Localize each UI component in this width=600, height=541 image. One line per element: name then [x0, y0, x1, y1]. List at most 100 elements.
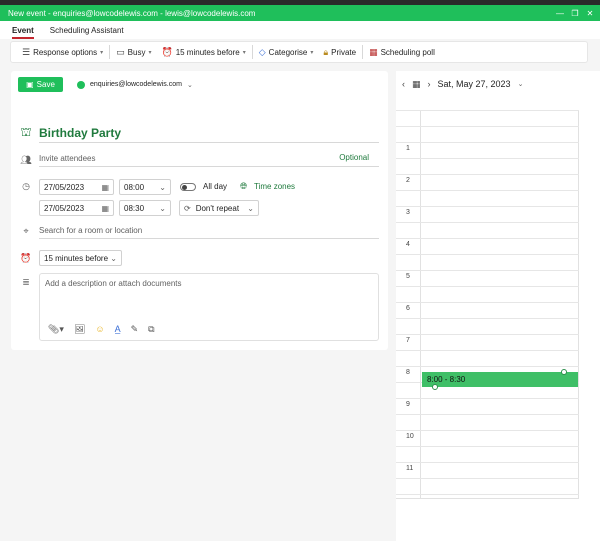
categorise-dropdown[interactable]: ◇ Categorise ▾	[254, 41, 319, 63]
categorise-label: Categorise	[268, 47, 308, 57]
chevron-right-icon[interactable]: ›	[428, 79, 431, 89]
busy-dropdown[interactable]: ▭ Busy ▾	[111, 41, 156, 63]
repeat-dropdown[interactable]: ⟳ Don't repeat ⌄	[179, 200, 259, 216]
grid-line	[396, 238, 579, 239]
window-title: New event - enquiries@lowcodelewis.com -…	[8, 8, 256, 18]
location-placeholder: Search for a room or location	[39, 226, 143, 235]
grid-line	[396, 190, 579, 191]
chevron-left-icon[interactable]: ‹	[402, 79, 405, 89]
calendar-icon: ▦	[101, 182, 109, 192]
end-time-field[interactable]: 08:30 ⌄	[119, 200, 171, 216]
grid-line	[396, 350, 579, 351]
grid-line	[396, 142, 579, 143]
attendees-input[interactable]: Invite attendees Optional	[39, 151, 379, 167]
calendar-date: Sat, May 27, 2023	[437, 79, 511, 89]
all-day-toggle[interactable]	[180, 183, 196, 191]
all-day-label: All day	[203, 182, 228, 191]
today-calendar-icon[interactable]: ▦	[412, 79, 421, 90]
attach-icon[interactable]: 📎︎▾	[48, 324, 64, 335]
scheduling-poll-button[interactable]: ▦ Scheduling poll	[364, 41, 440, 63]
calendar-icon: ▦	[101, 203, 109, 213]
chevron-down-icon[interactable]: ⌄	[518, 80, 524, 88]
repeat-icon: ⟳	[184, 203, 191, 213]
chevron-down-icon: ▾	[148, 49, 152, 56]
pen-icon[interactable]: ✎	[131, 324, 139, 335]
hour-label: 1	[406, 145, 410, 152]
private-button[interactable]: 🔒︎ Private	[318, 41, 361, 63]
alarm-clock-icon: ⏰	[161, 46, 173, 57]
event-form: ▣ Save enquiries@lowcodelewis.com ⌄ ⛫ Bi…	[11, 71, 388, 350]
globe-icon: 🌐︎	[240, 181, 248, 191]
description-editor[interactable]: Add a description or attach documents 📎︎…	[39, 273, 379, 341]
format-text-icon[interactable]: A̲	[115, 324, 121, 334]
grid-line	[396, 462, 579, 463]
chevron-down-icon: ⌄	[247, 203, 254, 213]
save-label: Save	[36, 80, 55, 89]
start-time-field[interactable]: 08:00 ⌄	[119, 179, 171, 195]
grid-line	[396, 414, 579, 415]
chevron-down-icon: ⌄	[159, 203, 166, 213]
account-selector[interactable]: enquiries@lowcodelewis.com ⌄	[77, 77, 193, 92]
optional-link[interactable]: Optional	[339, 153, 369, 162]
minimize-icon[interactable]: —	[556, 9, 564, 18]
grid-line	[396, 398, 579, 399]
grid-line	[396, 126, 579, 127]
hour-label: 11	[406, 465, 414, 472]
hour-label: 2	[406, 177, 410, 184]
tab-event[interactable]: Event	[12, 26, 34, 39]
reminder-dropdown[interactable]: ⏰ 15 minutes before ▾	[156, 41, 250, 63]
time-grid[interactable]: 1 2 3 4 5 6 7 8 9 10 11 8:00 - 8:30	[396, 110, 579, 499]
tab-scheduling-assistant[interactable]: Scheduling Assistant	[50, 26, 124, 39]
grid-line	[396, 254, 579, 255]
chevron-down-icon: ▾	[310, 49, 314, 56]
grid-line	[396, 110, 579, 111]
reminder-field[interactable]: 15 minutes before ⌄	[39, 250, 122, 266]
scheduling-poll-label: Scheduling poll	[380, 47, 435, 57]
briefcase-icon: ▭	[116, 46, 125, 57]
toolbar-divider	[362, 45, 364, 59]
event-title-input[interactable]: Birthday Party	[39, 123, 379, 143]
event-window: Event Scheduling Assistant ☰ Response op…	[0, 21, 600, 541]
reminder-value: 15 minutes before	[44, 253, 109, 263]
emoji-icon[interactable]: ☺	[95, 324, 104, 334]
time-zones-link[interactable]: Time zones	[254, 182, 295, 191]
grid-line	[396, 174, 579, 175]
repeat-value: Don't repeat	[195, 203, 240, 213]
grid-line	[396, 494, 579, 495]
notes-icon: ≣	[22, 276, 30, 287]
hour-label: 5	[406, 273, 410, 280]
busy-label: Busy	[127, 47, 146, 57]
event-block[interactable]: 8:00 - 8:30	[422, 372, 578, 387]
description-placeholder: Add a description or attach documents	[45, 279, 182, 288]
save-icon: ▣	[26, 80, 34, 89]
hour-label: 4	[406, 241, 410, 248]
location-pin-icon: ⌖	[23, 225, 29, 236]
end-date-field[interactable]: 27/05/2023 ▦	[39, 200, 114, 216]
calendar-header: ‹ ▦ › Sat, May 27, 2023 ⌄	[402, 77, 523, 91]
resize-handle-bottom[interactable]	[432, 384, 438, 390]
account-status-dot	[77, 80, 85, 89]
chevron-down-icon: ⌄	[186, 81, 193, 89]
loop-component-icon[interactable]: ⧉	[148, 324, 154, 335]
response-options-button[interactable]: ☰ Response options ▾	[17, 41, 108, 63]
maximize-icon[interactable]: ❐	[571, 9, 579, 18]
grid-line	[396, 206, 579, 207]
save-button[interactable]: ▣ Save	[18, 77, 63, 92]
hour-label: 9	[406, 401, 410, 408]
toolbar-divider	[251, 45, 253, 59]
lock-icon: 🔒︎	[323, 46, 329, 57]
cake-icon: ⛫	[20, 125, 32, 139]
location-input[interactable]: Search for a room or location	[39, 223, 379, 239]
tab-bar: Event Scheduling Assistant	[0, 21, 600, 39]
hour-label: 3	[406, 209, 410, 216]
grid-line	[396, 302, 579, 303]
close-icon[interactable]: ✕	[586, 9, 594, 18]
reminder-label: 15 minutes before	[175, 47, 240, 57]
toolbar-divider	[109, 45, 111, 59]
hour-label: 10	[406, 433, 414, 440]
image-icon[interactable]: 🖼︎	[74, 324, 85, 335]
grid-line	[396, 222, 579, 223]
grid-line	[396, 366, 579, 367]
start-date-field[interactable]: 27/05/2023 ▦	[39, 179, 114, 195]
resize-handle-top[interactable]	[561, 369, 567, 375]
